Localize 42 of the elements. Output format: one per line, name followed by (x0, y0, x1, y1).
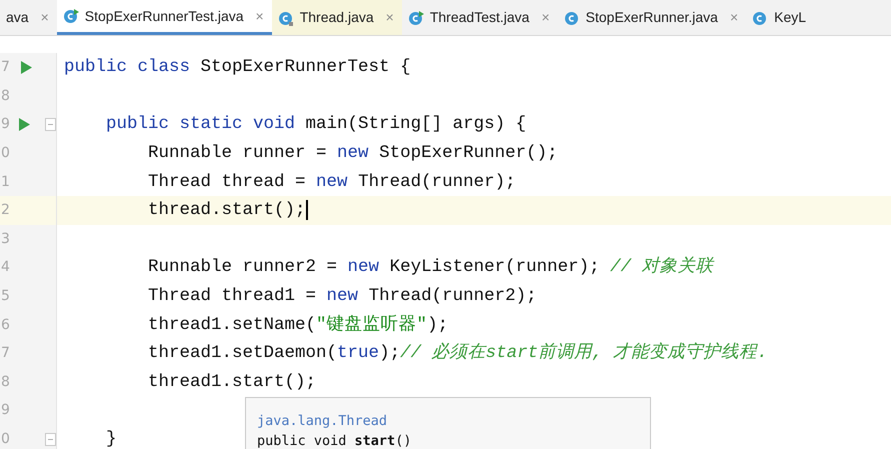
editor-tab[interactable]: Thread.java × (272, 0, 402, 35)
line-number: 1 (1, 174, 10, 190)
editor-tab[interactable]: StopExerRunner.java × (558, 0, 746, 35)
line-number: 9 (1, 402, 10, 418)
code-line: thread1.start(); (147, 370, 316, 394)
line-number: 6 (1, 316, 10, 333)
package-name: java.lang.Thread (257, 412, 388, 431)
class-icon (564, 10, 580, 26)
editor-tab[interactable]: KeyL (746, 0, 814, 35)
class-run-icon (62, 8, 79, 24)
code-line: Thread thread1 = new Thread(runner2); (147, 284, 537, 308)
class-icon (278, 10, 294, 26)
line-number: 0 (1, 144, 10, 161)
fold-icon[interactable] (45, 432, 56, 446)
class-run-icon (408, 10, 424, 26)
editor-tab[interactable]: ThreadTest.java × (402, 0, 558, 35)
code-line: } (105, 428, 117, 449)
line-number: 9 (1, 116, 10, 132)
code-line: public static void main(String[] args) { (105, 113, 526, 136)
method-signature: public void start() (257, 432, 412, 449)
line-number: 8 (1, 374, 10, 390)
editor-tab[interactable]: StopExerRunnerTest.java × (56, 0, 272, 35)
line-number: 7 (1, 59, 10, 76)
code-line: Runnable runner2 = new KeyListener(runner); // 对象关联 (147, 256, 714, 280)
code-line: Thread thread = new Thread(runner); (147, 170, 516, 194)
code-line: public class StopExerRunnerTest { (64, 56, 411, 80)
line-number: 0 (1, 430, 10, 447)
line-number: 3 (1, 230, 10, 247)
line-number: 4 (1, 259, 10, 276)
run-icon[interactable] (21, 60, 32, 74)
line-number: 8 (1, 88, 10, 104)
code-line: thread1.setName("键盘监听器"); (147, 314, 448, 337)
class-icon (752, 10, 768, 26)
run-icon[interactable] (19, 118, 30, 131)
line-number: 2 (1, 202, 10, 218)
code-line: thread.start(); (147, 199, 306, 222)
code-line: thread1.setDaemon(true);// 必须在start前调用, 才能变成守护线程. (147, 341, 768, 366)
line-number: 5 (1, 288, 10, 304)
editor-tab[interactable]: ava × (0, 0, 57, 35)
line-number: 7 (1, 345, 10, 362)
fold-icon[interactable] (45, 118, 56, 131)
code-line: Runnable runner = new StopExerRunner(); (147, 142, 558, 165)
